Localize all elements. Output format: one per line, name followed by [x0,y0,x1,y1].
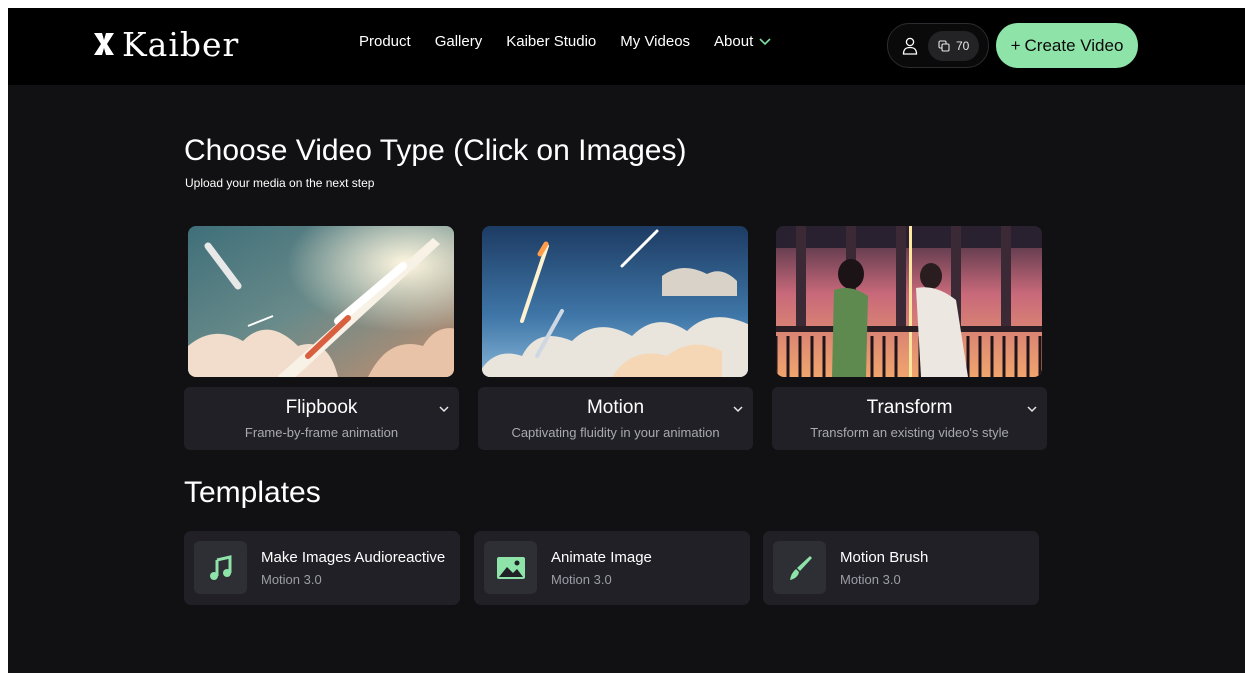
top-nav: Kaiber Product Gallery Kaiber Studio My … [8,8,1245,85]
nav-product[interactable]: Product [359,33,411,50]
app-window: Kaiber Product Gallery Kaiber Studio My … [8,8,1245,673]
motion-image [482,226,748,377]
template-make-images-audioreactive[interactable]: Make Images Audioreactive Motion 3.0 [184,531,460,605]
chevron-down-icon [759,37,771,45]
chevron-down-icon[interactable] [733,406,743,413]
nav-about-label: About [714,33,754,50]
flipbook-title: Flipbook [285,397,358,418]
flipbook-image [188,226,454,377]
kaiber-logo[interactable]: Kaiber [92,24,239,64]
template-icon-box [194,541,247,594]
template-title: Make Images Audioreactive [261,549,446,566]
chevron-down-icon[interactable] [439,406,449,413]
page-title: Choose Video Type (Click on Images) [184,134,687,167]
motion-thumbnail[interactable] [482,226,748,377]
template-subtitle: Motion 3.0 [840,572,901,587]
brand-name: Kaiber [122,24,240,64]
create-video-button[interactable]: + Create Video [996,23,1138,68]
plus-icon: + [1010,35,1021,55]
nav-kaiber-studio[interactable]: Kaiber Studio [506,33,596,50]
nav-gallery[interactable]: Gallery [435,33,483,50]
template-subtitle: Motion 3.0 [261,572,322,587]
create-video-label: Create Video [1024,35,1124,55]
transform-image [776,226,1042,377]
image-icon [496,556,525,579]
template-motion-brush[interactable]: Motion Brush Motion 3.0 [763,531,1039,605]
motion-option[interactable]: Motion Captivating fluidity in your anim… [478,387,753,450]
flipbook-option[interactable]: Flipbook Frame-by-frame animation [184,387,459,450]
template-title: Animate Image [551,549,652,566]
template-icon-box [773,541,826,594]
chevron-down-icon[interactable] [1027,406,1037,413]
page-subtitle: Upload your media on the next step [185,176,375,190]
template-title: Motion Brush [840,549,929,566]
kaiber-logo-icon [94,33,114,55]
flipbook-description: Frame-by-frame animation [244,425,399,440]
transform-title: Transform [866,397,953,418]
account-menu[interactable]: 70 [887,23,989,68]
transform-option[interactable]: Transform Transform an existing video's … [772,387,1047,450]
flipbook-thumbnail[interactable] [188,226,454,377]
template-subtitle: Motion 3.0 [551,572,612,587]
motion-title: Motion [586,397,645,418]
transform-thumbnail[interactable] [776,226,1042,377]
credits-count: 70 [956,38,970,53]
nav-about[interactable]: About [714,33,771,50]
credits-icon [938,39,950,52]
template-animate-image[interactable]: Animate Image Motion 3.0 [474,531,750,605]
transform-description: Transform an existing video's style [810,425,1009,440]
main-menu: Product Gallery Kaiber Studio My Videos … [359,33,771,50]
motion-description: Captivating fluidity in your animation [511,425,720,440]
templates-heading: Templates [184,476,321,509]
user-icon [902,37,918,55]
brush-icon [789,555,812,580]
credits-badge: 70 [928,30,980,61]
music-note-icon [209,554,231,580]
template-icon-box [484,541,537,594]
nav-my-videos[interactable]: My Videos [620,33,690,50]
